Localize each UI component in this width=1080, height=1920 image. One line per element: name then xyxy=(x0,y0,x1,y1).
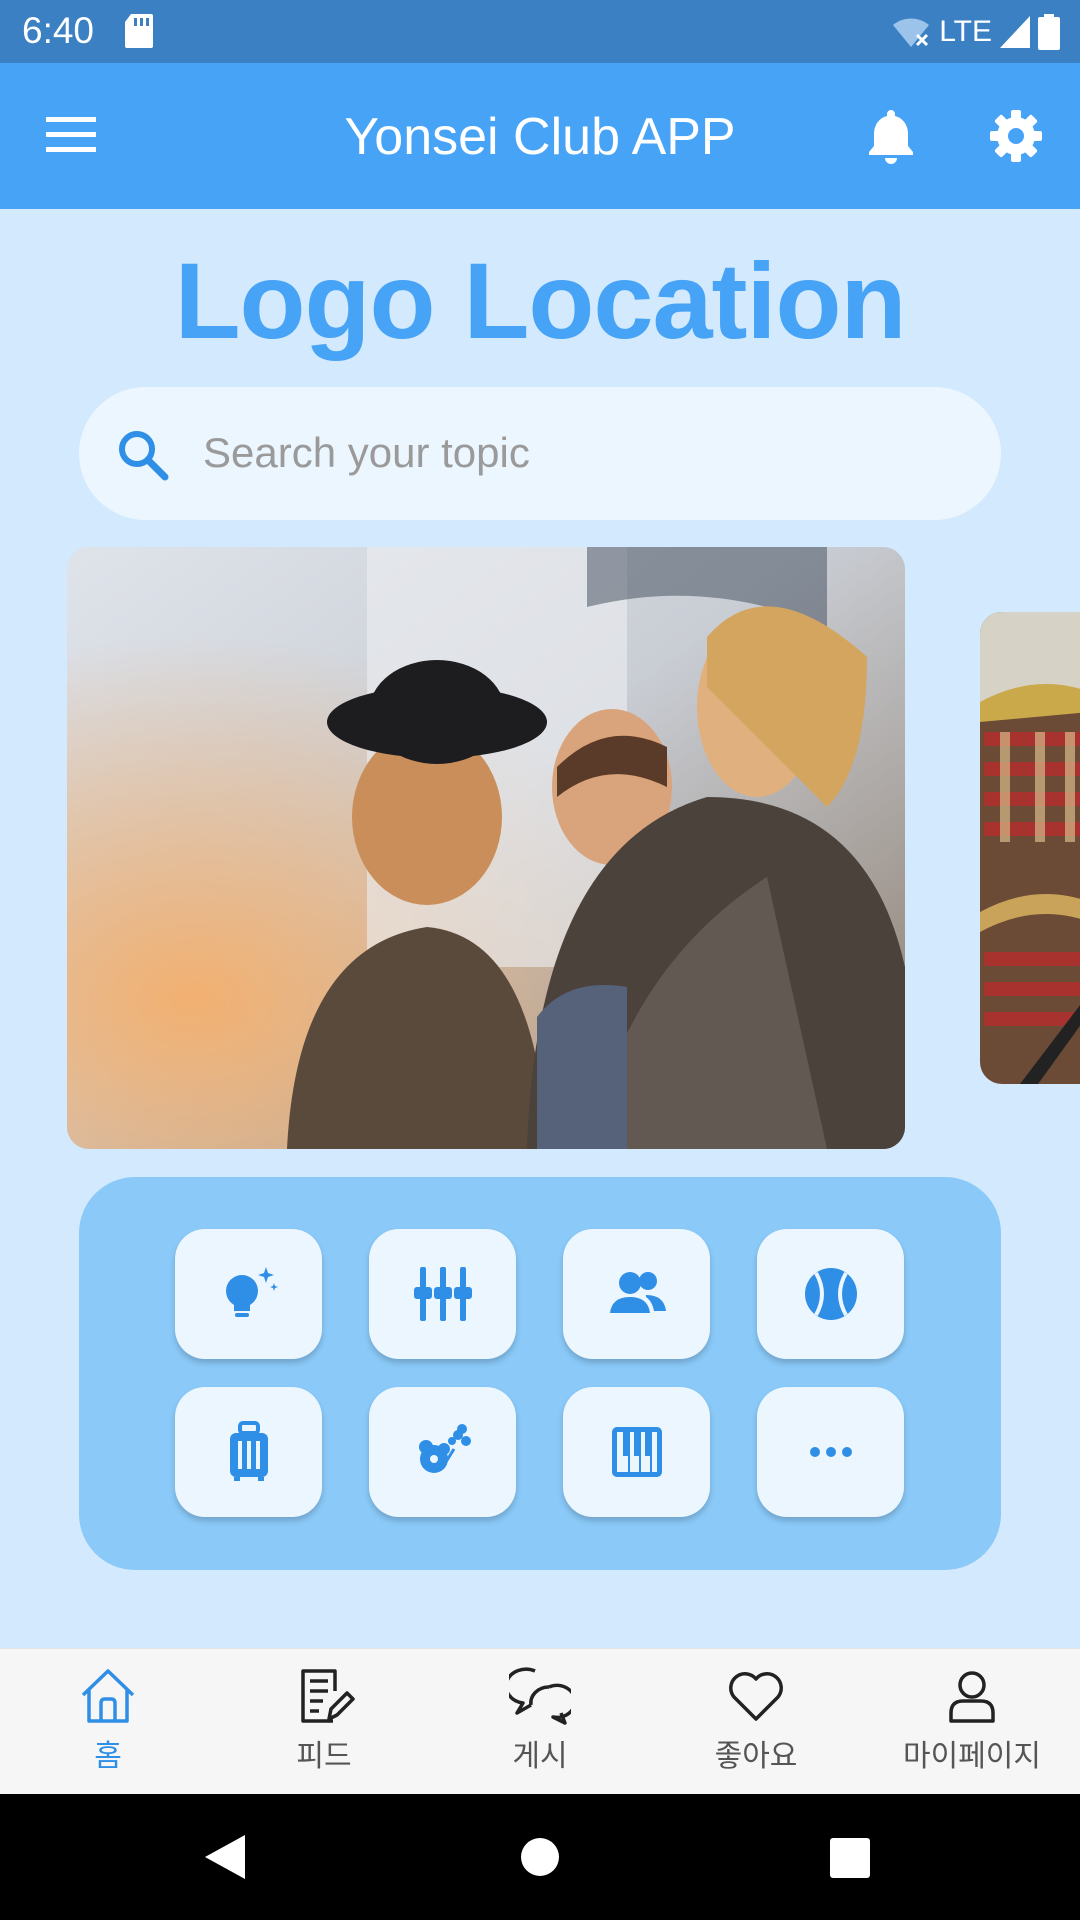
signal-icon xyxy=(1000,16,1030,48)
app-title: Yonsei Club APP xyxy=(344,108,736,166)
category-button-ideas[interactable] xyxy=(175,1229,322,1359)
user-icon xyxy=(949,1671,995,1723)
library-photo xyxy=(980,612,1080,1084)
heart-icon xyxy=(729,1672,783,1721)
piano-keys-icon xyxy=(611,1427,662,1477)
category-button-sports[interactable] xyxy=(757,1229,904,1359)
network-type: LTE xyxy=(939,15,992,48)
category-button-more[interactable] xyxy=(757,1387,904,1517)
back-icon[interactable] xyxy=(205,1835,245,1879)
recent-apps-icon[interactable] xyxy=(830,1838,870,1878)
category-button-music-mixer[interactable] xyxy=(369,1229,516,1359)
sd-card-icon xyxy=(125,14,153,48)
equalizer-sliders-icon xyxy=(413,1267,472,1321)
nav-label-posts: 게시 xyxy=(512,1740,568,1773)
wifi-off-icon xyxy=(893,18,930,47)
search-input[interactable] xyxy=(203,417,963,489)
nav-item-posts[interactable]: 게시 xyxy=(432,1649,648,1794)
category-button-nature[interactable] xyxy=(369,1387,516,1517)
more-icon xyxy=(809,1447,852,1457)
category-button-people[interactable] xyxy=(563,1229,710,1359)
search-bar[interactable] xyxy=(79,387,1001,520)
home-icon xyxy=(81,1669,135,1723)
status-time: 6:40 xyxy=(22,10,95,51)
app-bar: Yonsei Club APP xyxy=(0,63,1080,209)
lightbulb-sparkle-icon xyxy=(225,1267,278,1317)
flower-icon xyxy=(418,1424,471,1473)
carousel-slide-library[interactable] xyxy=(980,612,1080,1084)
nav-item-home[interactable]: 홈 xyxy=(0,1649,216,1794)
nav-label-likes: 좋아요 xyxy=(714,1740,798,1773)
suitcase-icon xyxy=(229,1421,268,1481)
logo-placeholder: Logo Location xyxy=(174,240,907,361)
battery-icon xyxy=(1038,14,1060,50)
search-icon xyxy=(119,431,169,481)
chat-bubbles-icon xyxy=(509,1667,571,1725)
nav-label-home: 홈 xyxy=(94,1740,122,1773)
nav-item-likes[interactable]: 좋아요 xyxy=(648,1649,864,1794)
nav-item-mypage[interactable]: 마이페이지 xyxy=(864,1649,1080,1794)
category-button-travel[interactable] xyxy=(175,1387,322,1517)
carousel-slide-friends[interactable] xyxy=(67,547,905,1149)
bottom-nav: 홈 피드 게시 좋아요 마이페이지 xyxy=(0,1648,1080,1794)
baseball-icon xyxy=(804,1268,857,1320)
bell-icon[interactable] xyxy=(866,108,916,164)
people-icon xyxy=(609,1272,666,1313)
nav-label-feed: 피드 xyxy=(296,1740,352,1773)
category-button-piano[interactable] xyxy=(563,1387,710,1517)
friends-photo xyxy=(67,547,905,1149)
category-panel xyxy=(79,1177,1001,1570)
nav-item-feed[interactable]: 피드 xyxy=(216,1649,432,1794)
gear-icon[interactable] xyxy=(988,108,1044,164)
system-nav-bar xyxy=(0,1794,1080,1920)
nav-label-mypage: 마이페이지 xyxy=(903,1740,1041,1773)
home-circle-icon[interactable] xyxy=(521,1838,559,1876)
document-edit-icon xyxy=(301,1669,355,1723)
status-bar: 6:40 LTE xyxy=(0,0,1080,63)
